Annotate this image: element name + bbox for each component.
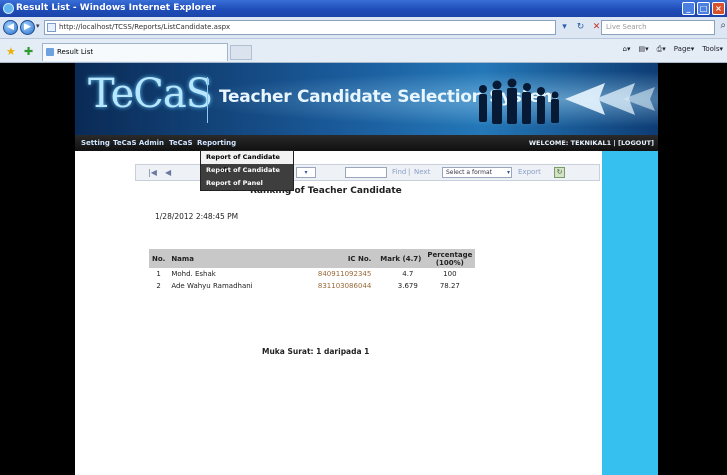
tecas-logo: TeCaS xyxy=(88,71,213,117)
first-page-button[interactable]: |◀ xyxy=(148,165,157,180)
cell-no: 2 xyxy=(156,282,161,290)
report-refresh-icon[interactable]: ↻ xyxy=(554,167,565,178)
find-input[interactable] xyxy=(345,167,387,178)
export-format-select[interactable]: Select a format ▾ xyxy=(442,167,512,178)
command-bar: ⌂▾ ▤▾ ⎙▾ Page▾ Tools▾ xyxy=(623,45,723,54)
results-table: No. Nama IC No. Mark (4.7) Percentage (1… xyxy=(149,249,476,292)
dropdown-item-candidate-result[interactable]: Report of Candidate Result xyxy=(201,151,293,174)
add-favorites-icon[interactable]: ✚ xyxy=(24,45,33,58)
menu-item-tecas-admin[interactable]: TeCaS Admin xyxy=(113,135,164,151)
col-header-ic: IC No. xyxy=(306,249,375,268)
address-bar: ◀ ▶ ▾ http://localhost/TCSS/Reports/List… xyxy=(0,17,727,39)
favorites-star-icon[interactable]: ★ xyxy=(6,45,16,58)
history-dropdown-icon[interactable]: ▾ xyxy=(36,22,40,30)
cell-nama: Ade Wahyu Ramadhani xyxy=(171,282,253,290)
right-sidebar xyxy=(602,151,658,475)
tab-page-icon xyxy=(46,48,54,56)
print-icon[interactable]: ⎙▾ xyxy=(657,45,666,54)
search-icon[interactable]: ⌕ xyxy=(720,20,726,31)
cell-mark: 3.679 xyxy=(397,282,418,290)
tab-result-list[interactable]: Result List xyxy=(42,43,228,61)
cell-ic: 831103086044 xyxy=(317,282,372,290)
next-link[interactable]: Next xyxy=(414,165,430,180)
home-icon[interactable]: ⌂▾ xyxy=(623,45,631,54)
format-select-label: Select a format xyxy=(446,169,493,176)
dropdown-item-panel[interactable]: Report of Panel xyxy=(201,177,293,190)
url-text: http://localhost/TCSS/Reports/ListCandid… xyxy=(59,23,231,31)
feeds-icon[interactable]: ▤▾ xyxy=(639,45,649,54)
cell-nama: Mohd. Eshak xyxy=(171,270,216,278)
col-header-no: No. xyxy=(149,249,169,268)
menu-item-setting[interactable]: Setting xyxy=(81,135,110,151)
prev-page-button[interactable]: ◀ xyxy=(165,165,171,180)
zoom-dropdown-icon[interactable]: ▾ xyxy=(296,167,316,178)
cell-no: 1 xyxy=(156,270,161,278)
search-input[interactable]: Live Search xyxy=(601,20,715,35)
url-input[interactable]: http://localhost/TCSS/Reports/ListCandid… xyxy=(44,20,556,35)
report-date: 1/28/2012 2:48:45 PM xyxy=(155,212,239,221)
back-button[interactable]: ◀ xyxy=(3,20,18,35)
cell-mark: 4.7 xyxy=(402,270,414,278)
maximize-button[interactable]: □ xyxy=(697,2,710,15)
people-silhouette-icon xyxy=(479,78,559,124)
web-page: TeCaS Teacher Candidate Selection System xyxy=(75,63,658,475)
window-controls: _ □ × xyxy=(682,2,725,15)
col-header-mark: Mark (4.7) xyxy=(374,249,425,268)
new-tab-button[interactable] xyxy=(230,45,252,60)
cell-percentage: 100 xyxy=(443,270,457,278)
close-window-button[interactable]: × xyxy=(712,2,725,15)
page-menu[interactable]: Page▾ xyxy=(674,45,694,54)
chevron-down-icon: ▾ xyxy=(506,169,510,176)
col-header-nama: Nama xyxy=(168,249,307,268)
tools-menu[interactable]: Tools▾ xyxy=(702,45,723,54)
header-banner: TeCaS Teacher Candidate Selection System xyxy=(75,63,658,135)
dropdown-item-candidate[interactable]: Report of Candidate xyxy=(201,164,293,177)
url-dropdown-icon[interactable]: ▾ xyxy=(558,21,571,34)
browser-viewport: TeCaS Teacher Candidate Selection System xyxy=(0,63,727,475)
col-header-percentage: Percentage (100%) xyxy=(424,249,476,268)
tab-bar: ★ ✚ Result List ⌂▾ ▤▾ ⎙▾ Page▾ Tools▾ xyxy=(0,39,727,63)
page-icon xyxy=(47,23,56,32)
table-row: 1 Mohd. Eshak 840911092345 4.7 100 xyxy=(149,268,475,280)
table-row: 2 Ade Wahyu Ramadhani 831103086044 3.679… xyxy=(149,280,475,292)
window-title: Result List - Windows Internet Explorer xyxy=(16,3,216,13)
main-menu-bar: Setting TeCaS Admin TeCaS Reporting WELC… xyxy=(75,135,658,151)
cell-ic: 840911092345 xyxy=(317,270,372,278)
menu-item-reporting[interactable]: Reporting xyxy=(197,135,236,151)
refresh-icon[interactable]: ↻ xyxy=(574,21,587,34)
tab-label: Result List xyxy=(57,48,94,56)
search-placeholder: Live Search xyxy=(606,23,647,31)
menu-item-tecas[interactable]: TeCaS xyxy=(169,135,193,151)
page-count: Muka Surat: 1 daripada 1 xyxy=(262,347,370,356)
export-link[interactable]: Export xyxy=(518,165,541,180)
minimize-button[interactable]: _ xyxy=(682,2,695,15)
table-header-row: No. Nama IC No. Mark (4.7) Percentage (1… xyxy=(149,249,476,268)
arrows-graphic-icon xyxy=(565,83,655,115)
cell-percentage: 78.27 xyxy=(439,282,460,290)
forward-button[interactable]: ▶ xyxy=(20,20,35,35)
window-titlebar: Result List - Windows Internet Explorer … xyxy=(0,0,727,17)
reporting-dropdown: Report of Candidate Result Report of Can… xyxy=(200,150,294,191)
find-separator: | xyxy=(408,168,411,176)
ie-icon xyxy=(3,3,14,14)
welcome-logout[interactable]: WELCOME: TEKNIKAL1 | [LOGOUT] xyxy=(529,135,654,151)
find-link[interactable]: Find xyxy=(392,165,406,180)
